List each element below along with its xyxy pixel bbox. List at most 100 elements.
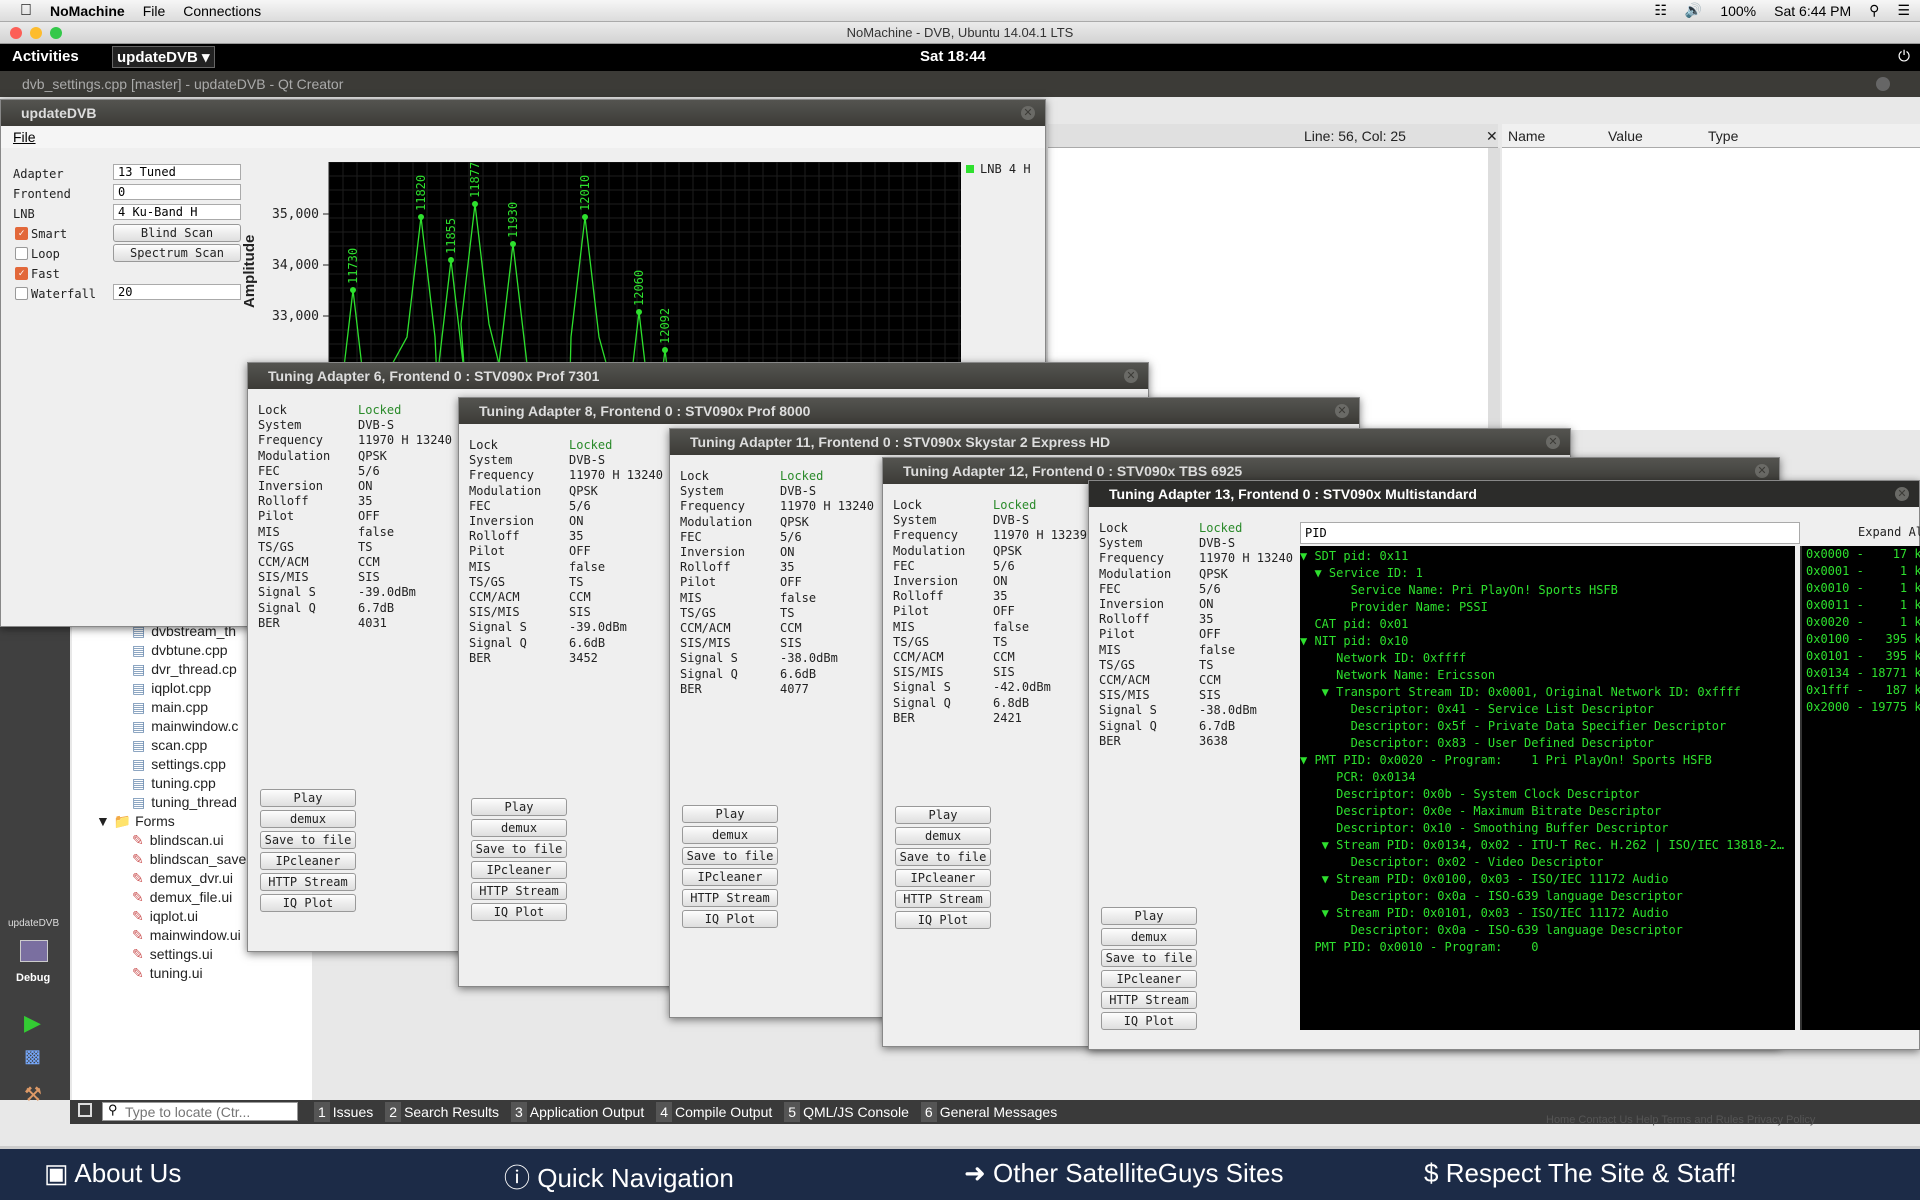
form-item[interactable]: ✎ demux_dvr.ui: [132, 869, 233, 888]
close-icon[interactable]: [10, 27, 22, 39]
close-icon[interactable]: ✕: [1335, 404, 1349, 418]
respect-link[interactable]: $ Respect The Site & Staff!: [1424, 1158, 1737, 1189]
activities-button[interactable]: Activities: [12, 48, 79, 65]
demux-button[interactable]: demux: [1101, 928, 1197, 946]
app-menu[interactable]: NoMachine: [50, 3, 125, 19]
other-sites-link[interactable]: ➜ Other SatelliteGuys Sites: [964, 1158, 1284, 1189]
output-tab[interactable]: 3 Application Output: [507, 1102, 648, 1122]
http-stream-button[interactable]: HTTP Stream: [471, 882, 567, 900]
http-stream-button[interactable]: HTTP Stream: [1101, 991, 1197, 1009]
form-item[interactable]: ✎ settings.ui: [132, 945, 213, 964]
about-us-link[interactable]: ▣ About Us: [44, 1158, 181, 1189]
fast-checkbox[interactable]: ✓: [15, 267, 28, 280]
file-item[interactable]: ▤ iqplot.cpp: [132, 679, 211, 698]
form-item[interactable]: ✎ iqplot.ui: [132, 907, 198, 926]
lnb-spinbox[interactable]: 4 Ku-Band H: [113, 204, 241, 220]
run-icon[interactable]: ▶: [24, 1010, 41, 1036]
file-item[interactable]: ▤ dvbtune.cpp: [132, 641, 228, 660]
save-to-file-button[interactable]: Save to file: [260, 831, 356, 849]
demux-button[interactable]: demux: [682, 826, 778, 844]
form-item[interactable]: ✎ blindscan_save: [132, 850, 246, 869]
connections-menu[interactable]: Connections: [183, 3, 261, 19]
save-to-file-button[interactable]: Save to file: [682, 847, 778, 865]
build-hammer-icon[interactable]: ⚒: [24, 1082, 42, 1107]
debug-run-icon[interactable]: ▩: [24, 1046, 41, 1067]
adapter-spinbox[interactable]: 13 Tuned: [113, 164, 241, 180]
demux-button[interactable]: demux: [260, 810, 356, 828]
iq-plot-button[interactable]: IQ Plot: [471, 903, 567, 921]
col-name[interactable]: Name: [1508, 124, 1545, 148]
ipcleaner-button[interactable]: IPcleaner: [471, 861, 567, 879]
form-item[interactable]: ✎ demux_file.ui: [132, 888, 232, 907]
zoom-icon[interactable]: [50, 27, 62, 39]
col-type[interactable]: Type: [1708, 124, 1738, 148]
iq-plot-button[interactable]: IQ Plot: [260, 894, 356, 912]
file-item[interactable]: ▤ tuning.cpp: [132, 774, 216, 793]
monitor-icon[interactable]: [20, 940, 48, 962]
close-icon[interactable]: ✕: [1755, 464, 1769, 478]
close-icon[interactable]: [1876, 77, 1890, 91]
http-stream-button[interactable]: HTTP Stream: [682, 889, 778, 907]
file-item[interactable]: ▤ tuning_thread: [132, 793, 237, 812]
output-tab[interactable]: 6 General Messages: [917, 1102, 1061, 1122]
editor-scrollbar[interactable]: [1488, 148, 1500, 430]
close-icon[interactable]: ✕: [1124, 369, 1138, 383]
gnome-clock[interactable]: Sat 18:44: [920, 48, 986, 65]
form-item[interactable]: ✎ tuning.ui: [132, 964, 203, 983]
iq-plot-button[interactable]: IQ Plot: [682, 910, 778, 928]
http-stream-button[interactable]: HTTP Stream: [260, 873, 356, 891]
output-tab[interactable]: 2 Search Results: [381, 1102, 503, 1122]
clock[interactable]: Sat 6:44 PM: [1774, 3, 1851, 19]
ipcleaner-button[interactable]: IPcleaner: [260, 852, 356, 870]
footer-small-links[interactable]: Home Contact Us Help Terms and Rules Pri…: [1546, 1114, 1815, 1126]
file-item[interactable]: ▤ scan.cpp: [132, 736, 207, 755]
iq-plot-button[interactable]: IQ Plot: [895, 911, 991, 929]
waterfall-spinbox[interactable]: 20: [113, 284, 241, 300]
file-item[interactable]: ▤ main.cpp: [132, 698, 208, 717]
apple-icon[interactable]: : [20, 2, 32, 20]
play-button[interactable]: Play: [1101, 907, 1197, 925]
expand-all-button[interactable]: Expand Al: [1806, 522, 1920, 544]
save-to-file-button[interactable]: Save to file: [471, 840, 567, 858]
play-button[interactable]: Play: [895, 806, 991, 824]
play-button[interactable]: Play: [260, 789, 356, 807]
loop-checkbox[interactable]: [15, 247, 28, 260]
app-menu-button[interactable]: updateDVB ▾: [112, 46, 215, 68]
wifi-icon[interactable]: ☷: [1654, 2, 1667, 19]
play-button[interactable]: Play: [682, 805, 778, 823]
play-button[interactable]: Play: [471, 798, 567, 816]
smart-checkbox[interactable]: ✓: [15, 227, 28, 240]
file-item[interactable]: ▤ dvr_thread.cp: [132, 660, 237, 679]
close-icon[interactable]: ✕: [1486, 124, 1498, 148]
sidebar-toggle-icon[interactable]: [78, 1103, 92, 1117]
file-menu[interactable]: File: [143, 3, 166, 19]
spotlight-icon[interactable]: ⚲: [1869, 2, 1879, 19]
ipcleaner-button[interactable]: IPcleaner: [895, 869, 991, 887]
form-item[interactable]: ✎ blindscan.ui: [132, 831, 224, 850]
file-item[interactable]: ▤ mainwindow.c: [132, 717, 238, 736]
power-icon[interactable]: ⏻: [1898, 48, 1910, 65]
locals-view[interactable]: [1502, 148, 1920, 430]
col-value[interactable]: Value: [1608, 124, 1643, 148]
cursor-position[interactable]: Line: 56, Col: 25: [1304, 124, 1406, 148]
demux-button[interactable]: demux: [895, 827, 991, 845]
spectrum-scan-button[interactable]: Spectrum Scan: [113, 244, 241, 262]
forms-folder[interactable]: ▼ 📁 Forms: [96, 812, 175, 831]
pid-header[interactable]: PID: [1300, 522, 1800, 544]
quick-navigation-link[interactable]: ⓘ Quick Navigation: [504, 1158, 734, 1195]
iq-plot-button[interactable]: IQ Plot: [1101, 1012, 1197, 1030]
output-tab[interactable]: 5 QML/JS Console: [780, 1102, 913, 1122]
close-icon[interactable]: ✕: [1021, 106, 1035, 120]
close-icon[interactable]: ✕: [1895, 487, 1909, 501]
pid-bandwidth-list[interactable]: 0x0000 - 17 k 0x0001 - 1 k 0x0010 - 1 k …: [1800, 546, 1920, 1030]
minimize-icon[interactable]: [30, 27, 42, 39]
http-stream-button[interactable]: HTTP Stream: [895, 890, 991, 908]
locate-input[interactable]: [102, 1102, 298, 1121]
waterfall-checkbox[interactable]: [15, 287, 28, 300]
volume-icon[interactable]: 🔊: [1685, 2, 1702, 19]
pid-tree[interactable]: ▼ SDT pid: 0x11 ▼ Service ID: 1 Service …: [1300, 546, 1795, 1030]
ipcleaner-button[interactable]: IPcleaner: [682, 868, 778, 886]
save-to-file-button[interactable]: Save to file: [895, 848, 991, 866]
close-icon[interactable]: ✕: [1546, 435, 1560, 449]
output-tab[interactable]: 4 Compile Output: [652, 1102, 776, 1122]
